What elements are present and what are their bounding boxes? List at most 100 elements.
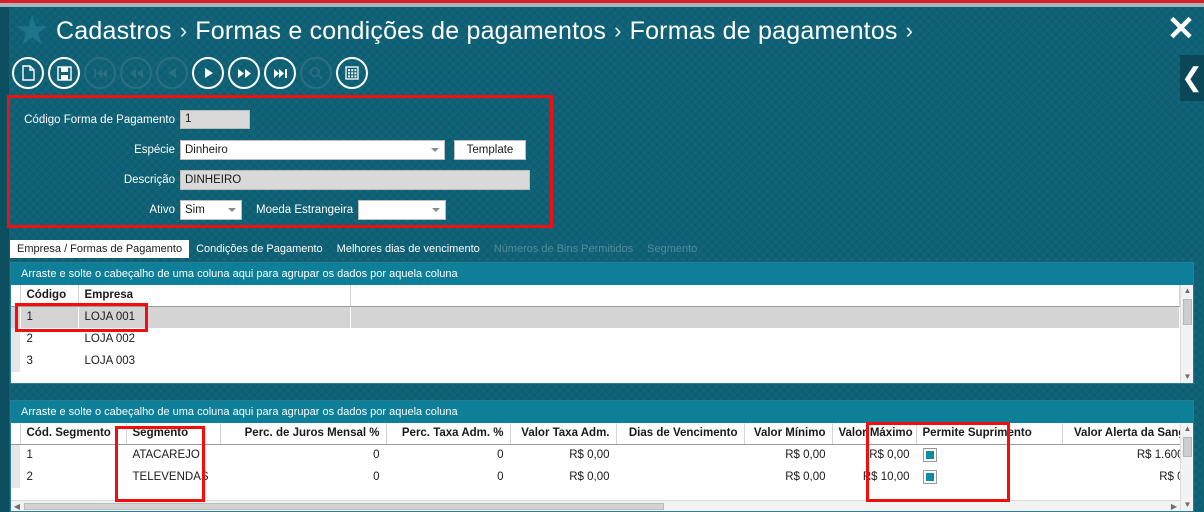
cell-valor-minimo: R$ 0,00 (785, 449, 826, 462)
chevron-down-icon[interactable] (431, 147, 439, 152)
scroll-left-icon[interactable]: ◀ (11, 501, 23, 512)
especie-value: Dinheiro (185, 143, 228, 156)
column-header-perc-taxa-adm[interactable]: Perc. Taxa Adm. % (386, 423, 511, 445)
breadcrumb-item-formas-pagamentos[interactable]: Formas de pagamentos (630, 17, 898, 46)
skip-to-start-icon (93, 68, 107, 78)
tab-bar: Empresa / Formas de Pagamento Condições … (10, 240, 704, 258)
table-row[interactable]: 2 LOJA 002 (11, 328, 1180, 350)
tab-segmento: Segmento (647, 243, 698, 255)
cell-valor-alerta-sangria: R$ 0,00 (1159, 471, 1180, 483)
template-button[interactable]: Template (454, 139, 526, 160)
column-header-filler (350, 285, 1180, 307)
cell-segmento: ATACAREJO (132, 449, 200, 462)
new-record-button[interactable] (12, 57, 44, 89)
field-row-codigo: Código Forma de Pagamento 1 (10, 110, 250, 129)
moeda-estrangeira-select[interactable] (358, 199, 447, 220)
scroll-up-icon[interactable]: ▲ (1181, 423, 1194, 435)
cell-valor-alerta-sangria: R$ 1.600,00 (1136, 449, 1180, 462)
cell-valor-taxa-adm: R$ 0,00 (569, 449, 610, 462)
column-header-cod-segmento[interactable]: Cód. Segmento (20, 423, 127, 445)
payment-form-panel: Código Forma de Pagamento 1 Espécie Dinh… (10, 98, 550, 225)
next-record-button[interactable] (192, 57, 224, 89)
tab-condicoes-de-pagamento[interactable]: Condições de Pagamento (189, 240, 330, 258)
cell-filler (350, 350, 1180, 372)
field-row-especie: Espécie Dinheiro Template (10, 139, 526, 160)
codigo-label: Código Forma de Pagamento (24, 113, 175, 126)
application-window: ★ Cadastros › Formas e condições de paga… (0, 0, 1204, 512)
grid-segmento-vertical-scrollbar[interactable]: ▲ ▼ (1180, 423, 1193, 511)
grid-segmento-table: Cód. Segmento Segmento Perc. de Juros Me… (11, 423, 1180, 488)
scrollbar-thumb[interactable] (1183, 437, 1192, 457)
ativo-value: Sim (185, 203, 205, 216)
grid-segmento-horizontal-scrollbar[interactable]: ◀ ▶ (11, 500, 1180, 511)
scroll-down-icon[interactable]: ▼ (1181, 499, 1194, 511)
rewind-icon (129, 68, 143, 78)
column-header-codigo[interactable]: Código (20, 285, 79, 307)
breadcrumb-item-formas-condicoes[interactable]: Formas e condições de pagamentos (195, 17, 606, 46)
table-row[interactable]: 3 LOJA 003 (11, 350, 1180, 372)
table-row[interactable]: 2 TELEVENDAS 0 0 R$ 0,00 R$ 0,00 R$ 10,0… (11, 466, 1180, 488)
checkbox-checked-icon[interactable] (922, 448, 937, 463)
ativo-select[interactable]: Sim (180, 199, 242, 220)
tab-numeros-de-bins-permitidos: Números de Bins Permitidos (493, 243, 634, 255)
table-row[interactable]: 1 LOJA 001 (11, 306, 1180, 328)
scroll-up-icon[interactable]: ▲ (1181, 285, 1194, 297)
column-header-dias-vencimento[interactable]: Dias de Vencimento (616, 423, 745, 445)
checkbox-checked-icon[interactable] (922, 470, 937, 484)
grid-empresa-table: Código Empresa 1 LOJA 001 2 LOJA 002 3 L… (11, 285, 1180, 372)
star-icon[interactable]: ★ (14, 11, 50, 51)
grid-empresa-vertical-scrollbar[interactable]: ▲ ▼ (1180, 285, 1193, 383)
cell-perc-taxa-adm: 0 (497, 449, 504, 462)
column-header-perc-juros-mensal[interactable]: Perc. de Juros Mensal % (220, 423, 387, 445)
grid-segmento-group-hint[interactable]: Arraste e solte o cabeçalho de uma colun… (11, 401, 1193, 423)
tab-empresa-formas-de-pagamento[interactable]: Empresa / Formas de Pagamento (10, 240, 190, 258)
breadcrumb-item-cadastros[interactable]: Cadastros (56, 17, 172, 46)
cell-codigo: 2 (26, 333, 33, 345)
table-row[interactable]: 1 ATACAREJO 0 0 R$ 0,00 R$ 0,00 R$ 0,00 … (11, 444, 1180, 466)
save-disk-icon (56, 65, 72, 81)
cell-cod-segmento: 2 (26, 471, 33, 483)
cell-empresa: LOJA 002 (84, 333, 136, 345)
cell-dias-vencimento (616, 444, 744, 466)
collapse-panel-icon[interactable]: ❮ (1180, 55, 1204, 101)
cell-segmento: TELEVENDAS (132, 471, 209, 483)
cell-perc-taxa-adm: 0 (497, 471, 504, 483)
scroll-down-icon[interactable]: ▼ (1181, 371, 1194, 383)
column-header-valor-alerta-sangria[interactable]: Valor Alerta da Sangria (1062, 423, 1180, 445)
field-row-ativo: Ativo Sim Moeda Estrangeira (10, 199, 447, 220)
row-indicator (11, 306, 20, 328)
cell-codigo: 3 (26, 355, 33, 367)
scroll-right-icon[interactable]: ▶ (1168, 501, 1180, 512)
cell-filler (350, 328, 1180, 350)
codigo-input[interactable]: 1 (180, 110, 250, 129)
column-header-segmento[interactable]: Segmento (126, 423, 221, 445)
especie-label: Espécie (134, 143, 175, 156)
column-header-valor-maximo[interactable]: Valor Máximo (832, 423, 917, 445)
tab-melhores-dias-de-vencimento[interactable]: Melhores dias de vencimento (330, 240, 487, 258)
column-header-permite-suprimento[interactable]: Permite Suprimento (916, 423, 1063, 445)
breadcrumb: Cadastros › Formas e condições de pagame… (56, 14, 914, 48)
especie-select[interactable]: Dinheiro (180, 139, 445, 160)
fast-forward-button[interactable] (228, 57, 260, 89)
field-row-descricao: Descrição DINHEIRO (10, 169, 530, 190)
close-icon[interactable]: ✕ (1166, 12, 1196, 46)
grid-empresa-group-hint[interactable]: Arraste e solte o cabeçalho de uma colun… (11, 263, 1193, 285)
last-record-button[interactable] (264, 57, 296, 89)
chevron-down-icon[interactable] (432, 207, 441, 212)
column-header-valor-taxa-adm[interactable]: Valor Taxa Adm. (510, 423, 617, 445)
cell-valor-maximo: R$ 0,00 (869, 449, 910, 462)
chevron-down-icon[interactable] (228, 207, 236, 212)
first-record-button (84, 57, 116, 89)
descricao-input[interactable]: DINHEIRO (180, 169, 530, 190)
column-header-valor-minimo[interactable]: Valor Mínimo (744, 423, 833, 445)
cell-permite-suprimento[interactable] (916, 466, 1062, 488)
scrollbar-thumb[interactable] (1183, 299, 1192, 325)
save-record-button[interactable] (48, 57, 80, 89)
cell-permite-suprimento[interactable] (916, 444, 1062, 466)
grid-view-button[interactable] (336, 57, 368, 89)
chevron-right-icon: › (179, 18, 188, 43)
column-header-empresa[interactable]: Empresa (78, 285, 351, 307)
scrollbar-thumb[interactable] (24, 503, 664, 510)
magnifier-icon (310, 67, 323, 80)
record-toolbar (12, 57, 368, 89)
